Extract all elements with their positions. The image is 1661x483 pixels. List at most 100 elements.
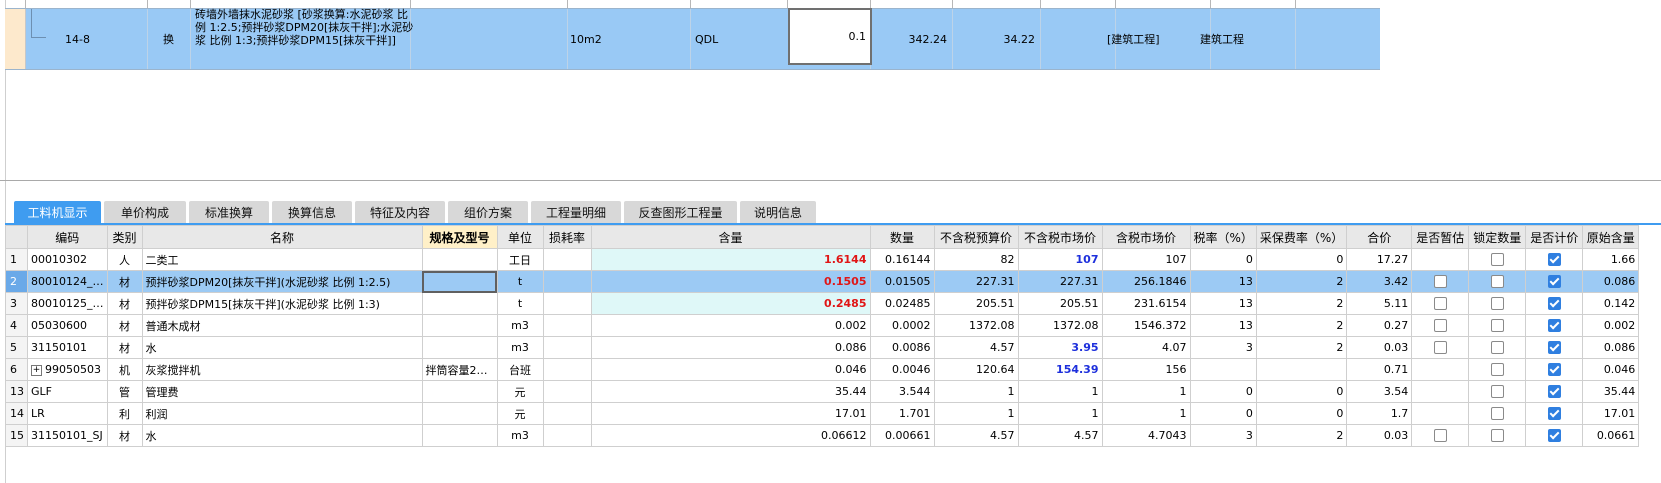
cell-lock-qty[interactable] — [1468, 424, 1527, 447]
cell-name[interactable]: 二类工 — [141, 248, 423, 271]
cell-tax-rate[interactable]: 0 — [1189, 248, 1257, 271]
row-number[interactable]: 2 — [5, 270, 28, 293]
cell-loss-rate[interactable] — [542, 336, 592, 359]
cell-code[interactable]: +99050503 — [27, 358, 108, 381]
col-header-loss-rate[interactable]: 损耗率 — [542, 225, 592, 249]
table-row[interactable]: 3 80010125_… 材预拌砂浆DPM15[抹灰干拌](水泥砂浆 比例 1:3)… — [5, 292, 1640, 315]
cell-quantity[interactable]: 1.701 — [869, 402, 935, 425]
cell-spec[interactable] — [421, 314, 498, 337]
cell-lock-qty[interactable] — [1468, 270, 1527, 293]
cell-code[interactable]: 00010302 — [27, 248, 108, 271]
cell-unit[interactable]: t — [496, 292, 544, 315]
cell-tax-rate[interactable]: 3 — [1189, 424, 1257, 447]
cell-lock-qty[interactable] — [1468, 358, 1527, 381]
cell-budget-price[interactable]: 82 — [933, 248, 1019, 271]
cell-unit[interactable]: m3 — [496, 314, 544, 337]
cell-priced[interactable] — [1525, 314, 1584, 337]
cell-spec[interactable] — [421, 380, 498, 403]
cell-priced[interactable] — [1525, 336, 1584, 359]
checkbox-icon[interactable] — [1490, 341, 1504, 355]
cell-market-price[interactable]: 1 — [1017, 380, 1103, 403]
cell-category[interactable]: 机 — [106, 358, 143, 381]
cell-loss-rate[interactable] — [542, 292, 592, 315]
checkbox-icon[interactable] — [1433, 341, 1447, 355]
cell-priced[interactable] — [1525, 424, 1584, 447]
col-header-budget-price[interactable]: 不含税预算价 — [933, 225, 1019, 249]
cell-code[interactable]: 31150101 — [27, 336, 108, 359]
cell-market-price[interactable]: 205.51 — [1017, 292, 1103, 315]
cell-spec[interactable] — [421, 248, 498, 271]
checkbox-checked-icon[interactable] — [1547, 385, 1561, 399]
checkbox-checked-icon[interactable] — [1547, 407, 1561, 421]
table-row[interactable]: 1 00010302 人二类工 工日 1.6144 0.16144 82 107 107 0 0 17… — [5, 248, 1640, 271]
col-header-orig-content[interactable]: 原始含量 — [1582, 225, 1640, 249]
cell-name[interactable]: 普通木成材 — [141, 314, 423, 337]
table-row[interactable]: 6 +99050503 机灰浆搅拌机 拌筒容量2… 台班 0.046 0.0046 120.6… — [5, 358, 1640, 381]
cell-total[interactable]: 0.03 — [1346, 336, 1413, 359]
cell-content[interactable]: 1.6144 — [590, 248, 871, 271]
cell-priced[interactable] — [1525, 248, 1584, 271]
cell-orig-content[interactable]: 17.01 — [1582, 402, 1640, 425]
cell-market-price[interactable]: 1372.08 — [1017, 314, 1103, 337]
cell-tax-rate[interactable]: 0 — [1189, 380, 1257, 403]
col-header-priced[interactable]: 是否计价 — [1525, 225, 1584, 249]
cell-category[interactable]: 材 — [106, 292, 143, 315]
cell-spec[interactable] — [421, 424, 498, 447]
cell-name[interactable]: 预拌砂浆DPM15[抹灰干拌](水泥砂浆 比例 1:3) — [141, 292, 423, 315]
table-row[interactable]: 5 31150101 材水 m3 0.086 0.0086 4.57 3.95 4.07 3 2 0.… — [5, 336, 1640, 359]
cell-estimated[interactable] — [1411, 270, 1470, 293]
checkbox-icon[interactable] — [1490, 407, 1504, 421]
quota-qty-expr[interactable]: QDL — [695, 9, 718, 69]
cell-total[interactable]: 17.27 — [1346, 248, 1413, 271]
cell-tax-rate[interactable]: 0 — [1189, 402, 1257, 425]
col-header-category[interactable]: 类别 — [106, 225, 143, 249]
cell-spec[interactable] — [421, 336, 498, 359]
row-number[interactable]: 6 — [5, 358, 28, 381]
cell-tax-rate[interactable]: 13 — [1189, 314, 1257, 337]
col-header-lock-qty[interactable]: 锁定数量 — [1468, 225, 1527, 249]
cell-content[interactable]: 0.002 — [590, 314, 871, 337]
cell-code[interactable]: LR — [27, 402, 108, 425]
expand-icon[interactable]: + — [31, 364, 42, 376]
col-header-unit[interactable]: 单位 — [496, 225, 544, 249]
quota-price[interactable]: 342.24 — [875, 9, 948, 69]
cell-category[interactable]: 材 — [106, 314, 143, 337]
cell-loss-rate[interactable] — [542, 248, 592, 271]
col-header-spec[interactable]: 规格及型号 — [421, 225, 498, 249]
cell-estimated[interactable] — [1411, 336, 1470, 359]
cell-name[interactable]: 水 — [141, 336, 423, 359]
cell-orig-content[interactable]: 0.142 — [1582, 292, 1640, 315]
cell-market-price-tax[interactable]: 1546.372 — [1101, 314, 1191, 337]
checkbox-checked-icon[interactable] — [1547, 297, 1561, 311]
table-row[interactable]: 13 GLF 管管理费元 35.44 3.544 1 1 1 0 0 3.54 35.44 — [5, 380, 1640, 403]
cell-fee-rate[interactable]: 0 — [1255, 402, 1348, 425]
cell-name[interactable]: 水 — [141, 424, 423, 447]
cell-total[interactable]: 0.71 — [1346, 358, 1413, 381]
row-number[interactable]: 14 — [5, 402, 28, 425]
cell-quantity[interactable]: 0.0086 — [869, 336, 935, 359]
table-row[interactable]: 4 05030600 材普通木成材 m3 0.002 0.0002 1372.08 1372.… — [5, 314, 1640, 337]
tab-features[interactable]: 特征及内容 — [355, 201, 445, 224]
cell-tax-rate[interactable]: 13 — [1189, 292, 1257, 315]
cell-content[interactable]: 0.086 — [590, 336, 871, 359]
col-header-fee-rate[interactable]: 采保费率（%） — [1255, 225, 1348, 249]
checkbox-icon[interactable] — [1490, 429, 1504, 443]
col-header-name[interactable]: 名称 — [141, 225, 423, 249]
cell-fee-rate[interactable]: 2 — [1255, 270, 1348, 293]
tab-unit-price[interactable]: 单价构成 — [104, 201, 186, 224]
checkbox-icon[interactable] — [1433, 429, 1447, 443]
row-number[interactable]: 1 — [5, 248, 28, 271]
cell-category[interactable]: 材 — [106, 424, 143, 447]
cell-quantity[interactable]: 0.0002 — [869, 314, 935, 337]
cell-loss-rate[interactable] — [542, 358, 592, 381]
cell-quantity[interactable]: 0.0046 — [869, 358, 935, 381]
cell-budget-price[interactable]: 205.51 — [933, 292, 1019, 315]
table-row[interactable]: 2 80010124_… 材预拌砂浆DPM20[抹灰干拌](水泥砂浆 比例 1:2.… — [5, 270, 1640, 293]
col-header-rownum[interactable] — [5, 225, 28, 249]
quota-code[interactable]: 14-8 — [65, 9, 90, 69]
cell-estimated[interactable] — [1411, 402, 1470, 425]
row-number[interactable]: 13 — [5, 380, 28, 403]
cell-lock-qty[interactable] — [1468, 402, 1527, 425]
cell-priced[interactable] — [1525, 270, 1584, 293]
col-header-code[interactable]: 编码 — [27, 225, 108, 249]
